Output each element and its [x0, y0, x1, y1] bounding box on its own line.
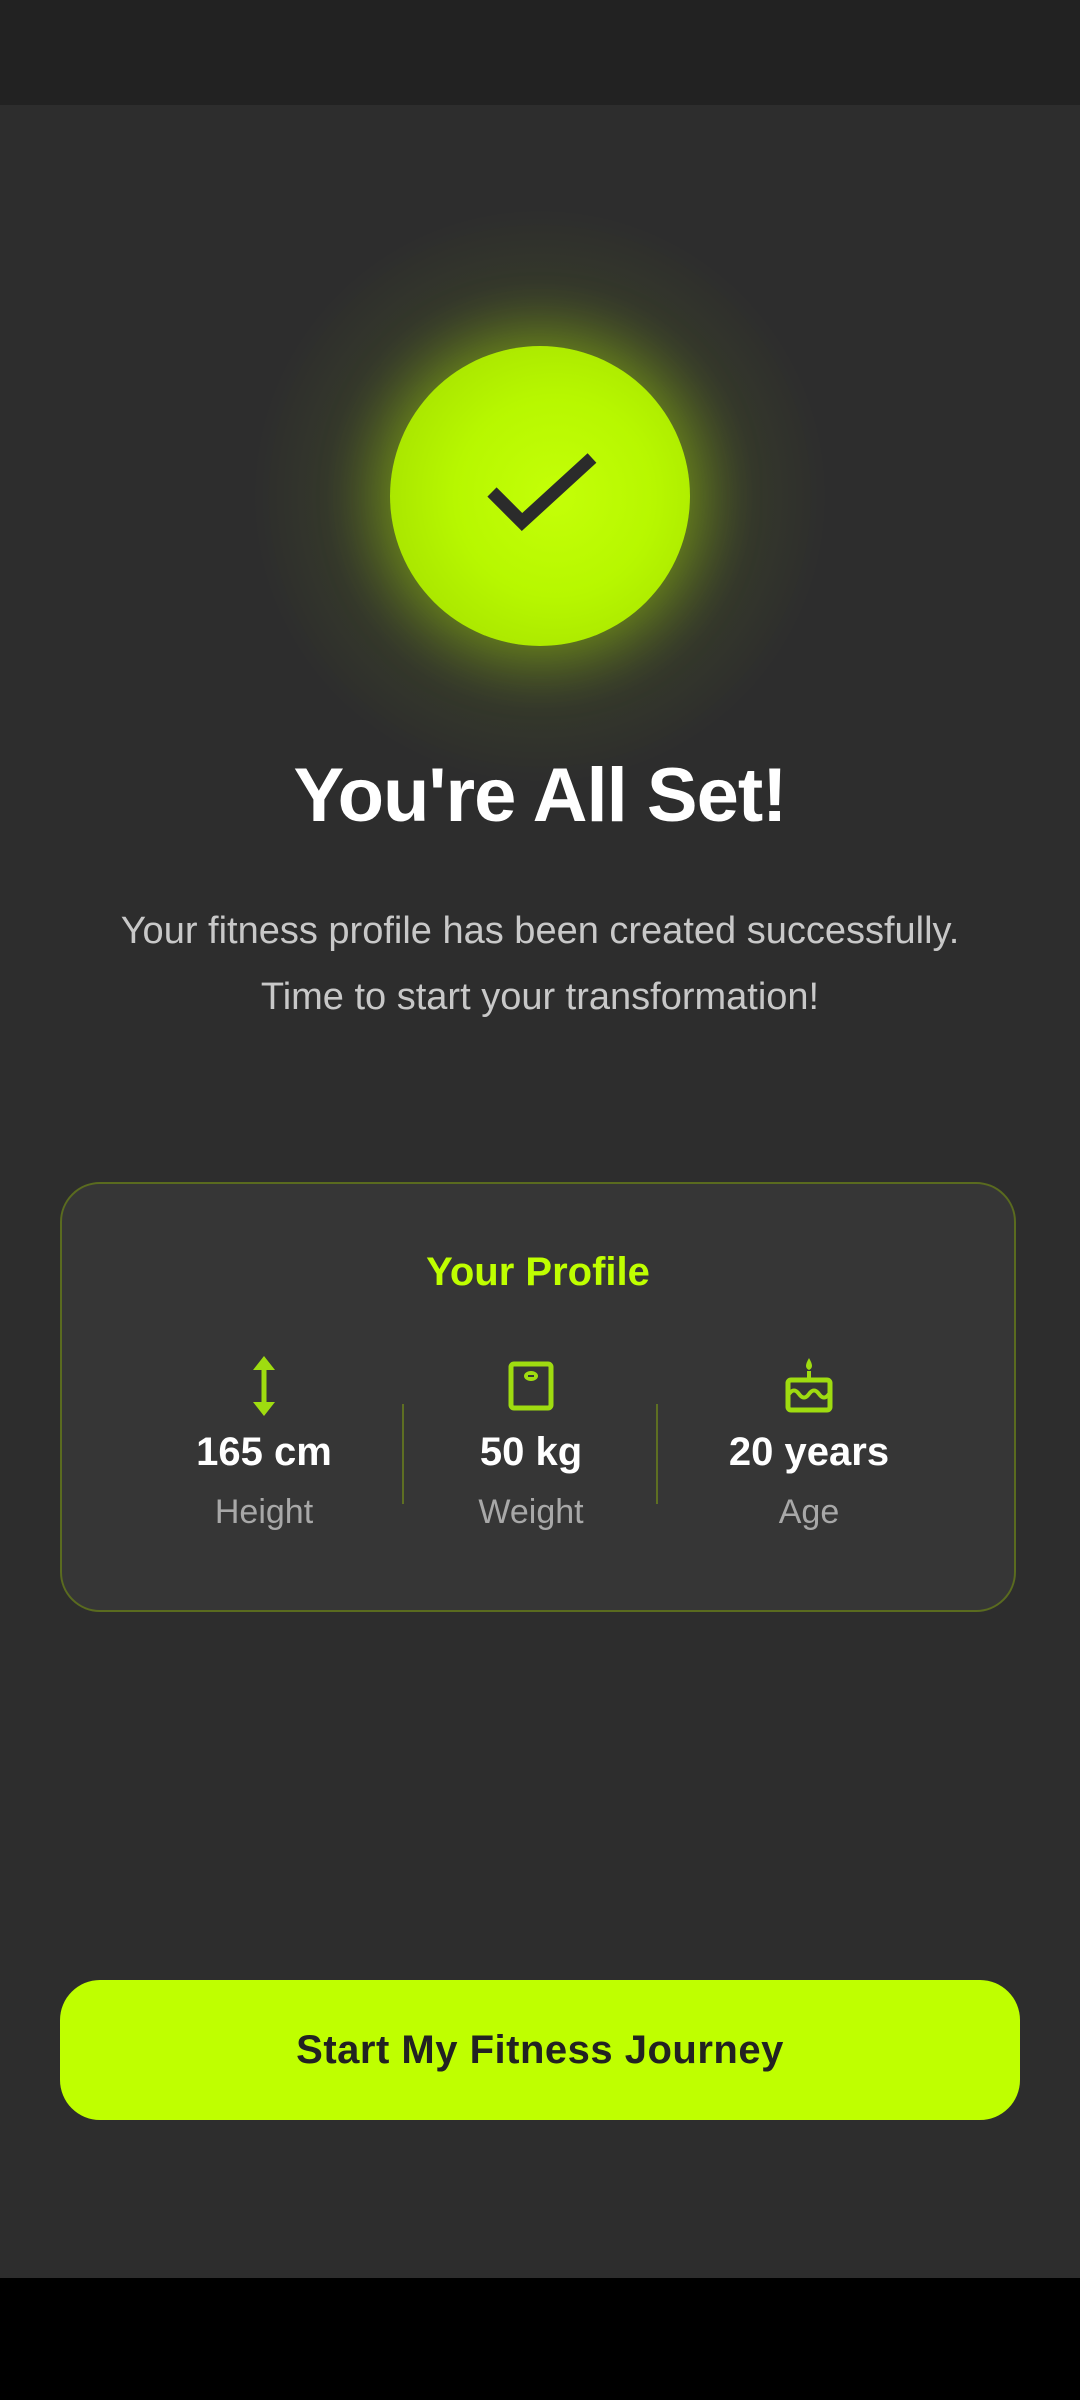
profile-card-title: Your Profile [426, 1250, 650, 1294]
height-label: Height [214, 1493, 314, 1531]
age-stat: 20 years Age [679, 1354, 939, 1532]
subtitle-line-1: Your fitness profile has been created su… [120, 910, 960, 952]
weight-scale-icon [508, 1361, 554, 1411]
profile-summary-card: Your Profile 165 cm Height 50 kg Weight … [60, 1182, 1016, 1612]
page-subtitle: Your fitness profile has been created su… [40, 898, 1040, 1030]
height-value: 165 cm [196, 1430, 332, 1474]
birthday-cake-icon [785, 1358, 833, 1413]
start-fitness-journey-button[interactable]: Start My Fitness Journey [60, 1980, 1020, 2120]
height-arrows-icon [253, 1356, 275, 1416]
status-bar [0, 0, 1080, 105]
navigation-bar [0, 2278, 1080, 2400]
subtitle-line-2: Time to start your transformation! [260, 976, 820, 1018]
height-stat: 165 cm Height [134, 1354, 394, 1532]
age-label: Age [778, 1493, 840, 1531]
weight-label: Weight [478, 1493, 584, 1531]
weight-value: 50 kg [479, 1430, 583, 1474]
age-value: 20 years [728, 1430, 890, 1474]
weight-stat: 50 kg Weight [401, 1354, 661, 1532]
success-badge [390, 346, 690, 646]
checkmark-icon [487, 453, 597, 531]
stat-divider [656, 1404, 658, 1504]
page-title: You're All Set! [293, 753, 788, 838]
